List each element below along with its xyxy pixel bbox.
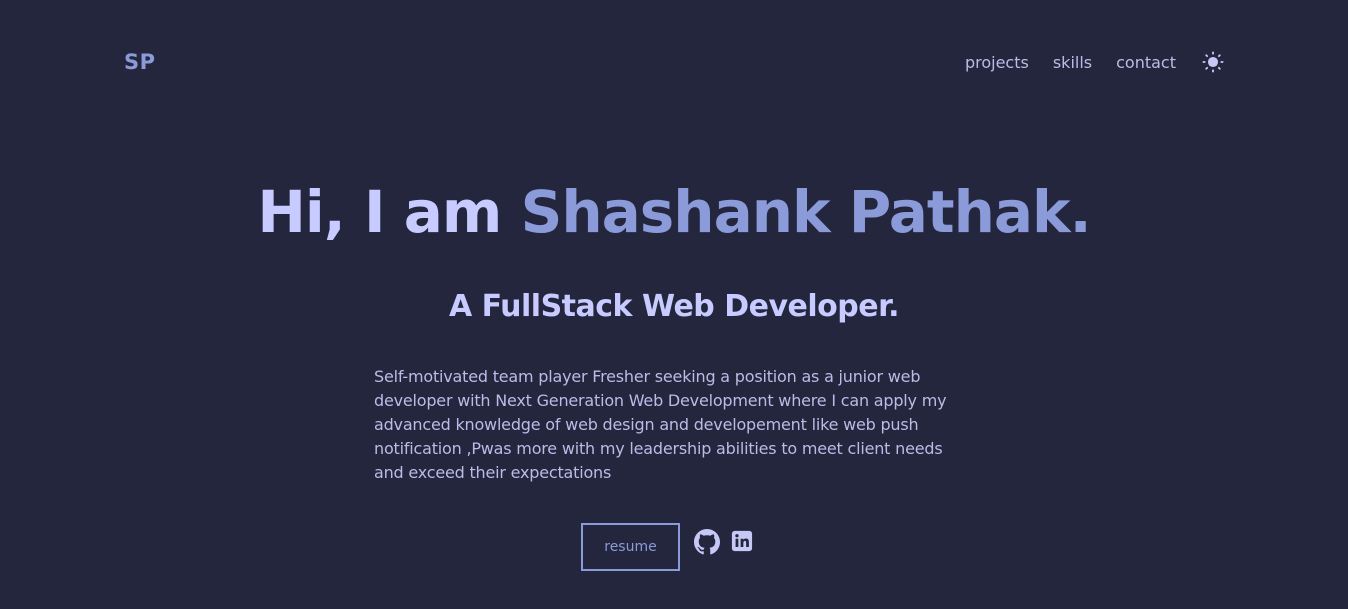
nav-link-projects[interactable]: projects — [965, 53, 1029, 72]
hero-name: Shashank Pathak. — [520, 178, 1092, 246]
nav-link-contact[interactable]: contact — [1116, 53, 1176, 72]
github-link[interactable] — [694, 529, 720, 555]
hero-actions: resume — [581, 523, 757, 571]
main-nav: projects skills contact — [941, 51, 1224, 73]
github-icon — [694, 529, 720, 555]
theme-toggle-button[interactable] — [1202, 51, 1224, 73]
resume-button[interactable]: resume — [581, 523, 680, 571]
linkedin-link[interactable] — [731, 529, 757, 555]
greeting-text: Hi, I am — [257, 178, 502, 246]
about-text: Self-motivated team player Fresher seeki… — [374, 367, 947, 482]
nav-link-skills[interactable]: skills — [1053, 53, 1092, 72]
linkedin-icon — [731, 530, 753, 552]
hero-section: Hi, I am Shashank Pathak. — [0, 176, 1348, 248]
site-header: SP projects skills contact — [124, 44, 1224, 80]
portfolio-page: SP projects skills contact Hi, I am Shas… — [0, 0, 1348, 609]
role-heading: A FullStack Web Developer. — [448, 289, 900, 324]
logo[interactable]: SP — [124, 50, 156, 74]
hero-heading: Hi, I am Shashank Pathak. — [0, 176, 1348, 248]
sun-icon — [1202, 51, 1224, 73]
